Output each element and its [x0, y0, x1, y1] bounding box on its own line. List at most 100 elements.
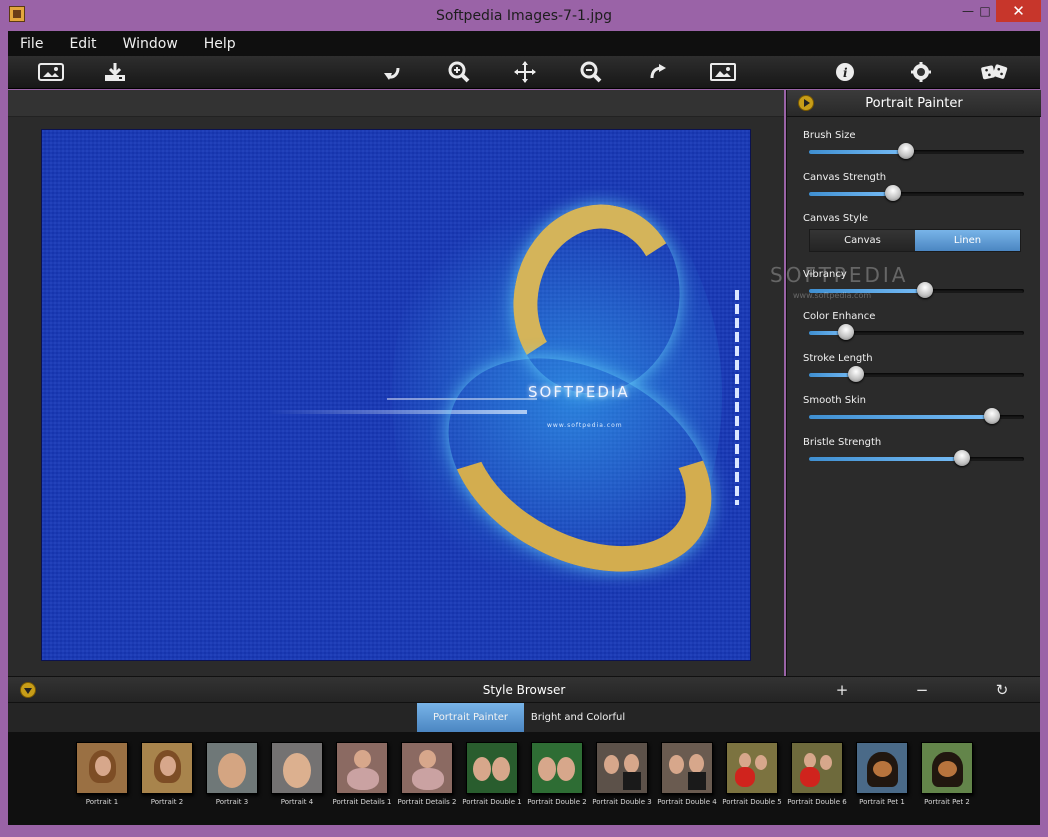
stroke-length-slider[interactable]	[809, 366, 1024, 382]
window-title: Softpedia Images-7-1.jpg	[435, 7, 613, 24]
style-thumbnail[interactable]	[791, 742, 843, 794]
workspace-header-strip	[8, 90, 784, 117]
style-browser-header: Style Browser + − ↻	[8, 676, 1040, 703]
style-thumbnail[interactable]	[401, 742, 453, 794]
linen-option[interactable]: Linen	[915, 230, 1020, 251]
canvas-strength-label: Canvas Strength	[803, 172, 887, 183]
style-thumbnail-label: Portrait Double 6	[787, 798, 847, 806]
panel-header: Portrait Painter	[787, 90, 1041, 117]
collapse-toggle-icon[interactable]	[20, 682, 36, 698]
tab-portrait-painter[interactable]: Portrait Painter	[417, 703, 524, 732]
smooth-skin-label: Smooth Skin	[803, 395, 867, 406]
style-thumbnail[interactable]	[921, 742, 973, 794]
stroke-length-thumb[interactable]	[848, 366, 865, 382]
color-enhance-thumb[interactable]	[837, 324, 854, 340]
menu-window[interactable]: Window	[123, 36, 178, 52]
style-category-tabs: Portrait Painter Bright and Colorful	[8, 703, 1040, 732]
brush-size-label: Brush Size	[803, 130, 856, 141]
style-thumbnail-label: Portrait Double 2	[527, 798, 587, 806]
smooth-skin-thumb[interactable]	[983, 408, 1000, 424]
style-thumbnail-label: Portrait Details 2	[397, 798, 457, 806]
brush-size-thumb[interactable]	[897, 143, 914, 159]
style-thumbnail-label: Portrait 2	[150, 798, 184, 806]
settings-icon[interactable]	[906, 60, 936, 84]
redo-icon[interactable]	[642, 60, 672, 84]
brush-size-slider[interactable]	[809, 143, 1024, 159]
color-enhance-label: Color Enhance	[803, 311, 876, 322]
smooth-skin-slider[interactable]	[809, 408, 1024, 424]
color-enhance-slider[interactable]	[809, 324, 1024, 340]
menu-edit[interactable]: Edit	[69, 36, 96, 52]
style-thumbnail[interactable]	[336, 742, 388, 794]
style-thumbnail[interactable]	[596, 742, 648, 794]
canvas-url-text: www.softpedia.com	[547, 422, 623, 429]
menu-bar: File Edit Window Help	[8, 31, 1040, 56]
move-icon[interactable]	[510, 60, 540, 84]
vibrancy-thumb[interactable]	[917, 282, 934, 298]
style-thumbnail[interactable]	[531, 742, 583, 794]
app-icon	[9, 6, 25, 22]
smooth-skin-fill	[809, 415, 992, 419]
info-icon[interactable]: i	[830, 60, 860, 84]
menu-file[interactable]: File	[20, 36, 43, 52]
style-thumbnail[interactable]	[206, 742, 258, 794]
canvas-strength-fill	[809, 192, 893, 196]
reset-style-button[interactable]: ↻	[990, 678, 1014, 702]
close-button[interactable]: ✕	[996, 0, 1041, 22]
add-style-button[interactable]: +	[830, 678, 854, 702]
style-thumbnail[interactable]	[661, 742, 713, 794]
style-thumbnail[interactable]	[271, 742, 323, 794]
fit-image-icon[interactable]	[708, 60, 738, 84]
softpedia-watermark: SOFTPEDIA	[770, 263, 909, 287]
style-thumbnail-label: Portrait Pet 2	[924, 798, 970, 806]
canvas-option[interactable]: Canvas	[810, 230, 915, 251]
application-window: Softpedia Images-7-1.jpg — □ ✕ File Edit…	[0, 0, 1048, 837]
style-browser-title: Style Browser	[482, 682, 566, 697]
svg-text:i: i	[843, 66, 848, 80]
style-thumbnail-label: Portrait Double 4	[657, 798, 717, 806]
brush-size-fill	[809, 150, 906, 154]
remove-style-button[interactable]: −	[910, 678, 934, 702]
style-thumbnail[interactable]	[856, 742, 908, 794]
image-workspace: SOFTPEDIA www.softpedia.com	[8, 90, 784, 676]
style-thumbnail[interactable]	[141, 742, 193, 794]
menu-help[interactable]: Help	[204, 36, 236, 52]
style-thumbnail-label: Portrait 3	[215, 798, 249, 806]
vertical-light-streak	[735, 290, 739, 505]
zoom-out-icon[interactable]	[576, 60, 606, 84]
play-icon[interactable]	[798, 95, 814, 111]
panel-title: Portrait Painter	[865, 95, 963, 111]
style-thumbnail-label: Portrait Details 1	[332, 798, 392, 806]
style-thumbnail[interactable]	[76, 742, 128, 794]
undo-icon[interactable]	[378, 60, 408, 84]
style-thumbnail-label: Portrait Double 3	[592, 798, 652, 806]
style-thumbnail[interactable]	[726, 742, 778, 794]
tab-bright-and-colorful[interactable]: Bright and Colorful	[524, 703, 632, 732]
style-thumbnails-list: Portrait 1 Portrait 2 Portrait 3 Portrai…	[8, 732, 1040, 825]
bristle-strength-fill	[809, 457, 962, 461]
painted-image-canvas[interactable]: SOFTPEDIA www.softpedia.com	[42, 130, 750, 660]
image-icon[interactable]	[36, 60, 66, 84]
style-thumbnail-label: Portrait 4	[280, 798, 314, 806]
style-thumbnail-label: Portrait Pet 1	[859, 798, 905, 806]
bristle-strength-label: Bristle Strength	[803, 437, 882, 448]
style-thumbnail-label: Portrait Double 5	[722, 798, 782, 806]
save-icon[interactable]	[100, 60, 130, 84]
canvas-style-label: Canvas Style	[803, 213, 868, 224]
canvas-style-toggle[interactable]: Canvas Linen	[809, 229, 1021, 252]
random-dice-icon[interactable]	[980, 60, 1010, 84]
bristle-strength-thumb[interactable]	[953, 450, 970, 466]
style-thumbnail[interactable]	[466, 742, 518, 794]
portrait-painter-panel: Portrait Painter Brush Size Canvas Stren…	[786, 90, 1041, 676]
title-bar: Softpedia Images-7-1.jpg — □ ✕	[0, 0, 1048, 31]
canvas-strength-thumb[interactable]	[884, 185, 901, 201]
style-thumbnail-label: Portrait Double 1	[462, 798, 522, 806]
zoom-in-icon[interactable]	[444, 60, 474, 84]
toolbar: i	[8, 56, 1040, 89]
stroke-length-label: Stroke Length	[803, 353, 873, 364]
softpedia-watermark-url: www.softpedia.com	[793, 291, 872, 300]
bristle-strength-slider[interactable]	[809, 450, 1024, 466]
style-thumbnail-label: Portrait 1	[85, 798, 119, 806]
canvas-softpedia-logo: SOFTPEDIA	[528, 383, 630, 401]
canvas-strength-slider[interactable]	[809, 185, 1024, 201]
